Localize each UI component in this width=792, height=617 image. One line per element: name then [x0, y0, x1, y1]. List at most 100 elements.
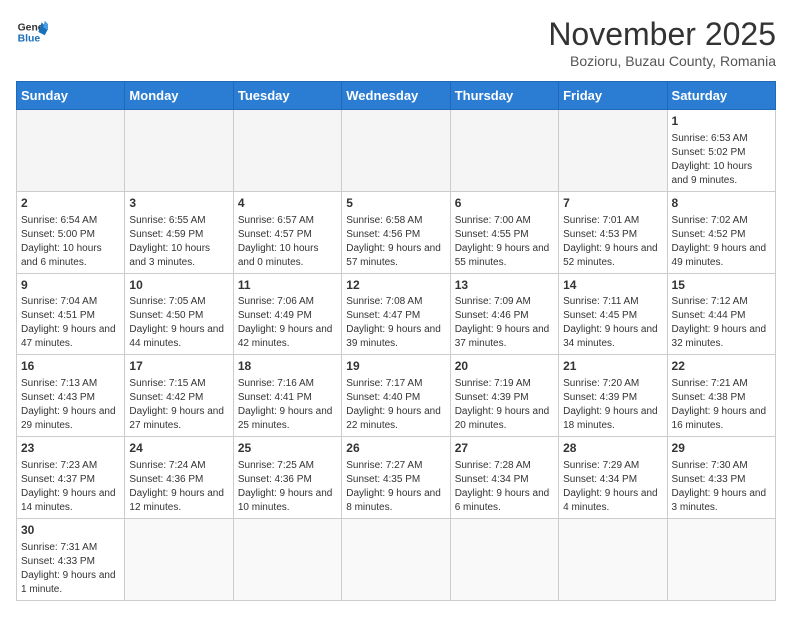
day-number: 1: [672, 113, 771, 130]
day-number: 4: [238, 195, 337, 212]
day-number: 13: [455, 277, 554, 294]
day-cell: 3 Sunrise: 6:55 AM Sunset: 4:59 PM Daylig…: [125, 191, 233, 273]
day-info: Sunrise: 7:02 AM Sunset: 4:52 PM Dayligh…: [672, 214, 771, 270]
day-cell: [125, 518, 233, 600]
day-cell: 4 Sunrise: 6:57 AM Sunset: 4:57 PM Daylig…: [233, 191, 341, 273]
day-cell: [233, 518, 341, 600]
day-cell: [342, 518, 450, 600]
day-number: 7: [563, 195, 662, 212]
day-number: 3: [129, 195, 228, 212]
day-number: 12: [346, 277, 445, 294]
day-cell: 19 Sunrise: 7:17 AM Sunset: 4:40 PM Dayli…: [342, 355, 450, 437]
day-cell: 1Sunrise: 6:53 AM Sunset: 5:02 PM Daylig…: [667, 110, 775, 192]
day-number: 25: [238, 440, 337, 457]
day-number: 2: [21, 195, 120, 212]
day-number: 27: [455, 440, 554, 457]
day-info: Sunrise: 7:25 AM Sunset: 4:36 PM Dayligh…: [238, 459, 337, 515]
day-cell: 7 Sunrise: 7:01 AM Sunset: 4:53 PM Daylig…: [559, 191, 667, 273]
day-info: Sunrise: 7:30 AM Sunset: 4:33 PM Dayligh…: [672, 459, 771, 515]
day-cell: 21 Sunrise: 7:20 AM Sunset: 4:39 PM Dayli…: [559, 355, 667, 437]
day-number: 30: [21, 522, 120, 539]
day-cell: 14Sunrise: 7:11 AM Sunset: 4:45 PM Dayli…: [559, 273, 667, 355]
day-cell: [559, 518, 667, 600]
logo-icon: General Blue: [16, 16, 48, 48]
day-cell: 26Sunrise: 7:27 AM Sunset: 4:35 PM Dayli…: [342, 437, 450, 519]
day-number: 20: [455, 358, 554, 375]
weekday-header-wednesday: Wednesday: [342, 82, 450, 110]
day-cell: 29 Sunrise: 7:30 AM Sunset: 4:33 PM Dayli…: [667, 437, 775, 519]
day-cell: [342, 110, 450, 192]
day-cell: [559, 110, 667, 192]
day-info: Sunrise: 7:01 AM Sunset: 4:53 PM Dayligh…: [563, 214, 662, 270]
day-info: Sunrise: 6:55 AM Sunset: 4:59 PM Dayligh…: [129, 214, 228, 270]
page-header: General Blue November 2025 Bozioru, Buza…: [16, 16, 776, 69]
day-cell: 16 Sunrise: 7:13 AM Sunset: 4:43 PM Dayli…: [17, 355, 125, 437]
svg-text:Blue: Blue: [18, 34, 41, 45]
day-info: Sunrise: 7:20 AM Sunset: 4:39 PM Dayligh…: [563, 377, 662, 433]
week-row-5: 30 Sunrise: 7:31 AM Sunset: 4:33 PM Dayli…: [17, 518, 776, 600]
day-info: Sunrise: 7:08 AM Sunset: 4:47 PM Dayligh…: [346, 295, 445, 351]
day-cell: 13Sunrise: 7:09 AM Sunset: 4:46 PM Dayli…: [450, 273, 558, 355]
day-info: Sunrise: 7:05 AM Sunset: 4:50 PM Dayligh…: [129, 295, 228, 351]
calendar-table: SundayMondayTuesdayWednesdayThursdayFrid…: [16, 81, 776, 601]
day-cell: 23Sunrise: 7:23 AM Sunset: 4:37 PM Dayli…: [17, 437, 125, 519]
day-info: Sunrise: 7:00 AM Sunset: 4:55 PM Dayligh…: [455, 214, 554, 270]
day-cell: [233, 110, 341, 192]
weekday-header-row: SundayMondayTuesdayWednesdayThursdayFrid…: [17, 82, 776, 110]
day-info: Sunrise: 7:04 AM Sunset: 4:51 PM Dayligh…: [21, 295, 120, 351]
week-row-1: 2Sunrise: 6:54 AM Sunset: 5:00 PM Daylig…: [17, 191, 776, 273]
week-row-2: 9Sunrise: 7:04 AM Sunset: 4:51 PM Daylig…: [17, 273, 776, 355]
day-info: Sunrise: 7:24 AM Sunset: 4:36 PM Dayligh…: [129, 459, 228, 515]
weekday-header-sunday: Sunday: [17, 82, 125, 110]
day-number: 29: [672, 440, 771, 457]
logo: General Blue: [16, 16, 48, 48]
day-number: 21: [563, 358, 662, 375]
day-info: Sunrise: 7:16 AM Sunset: 4:41 PM Dayligh…: [238, 377, 337, 433]
day-cell: 10Sunrise: 7:05 AM Sunset: 4:50 PM Dayli…: [125, 273, 233, 355]
day-info: Sunrise: 7:09 AM Sunset: 4:46 PM Dayligh…: [455, 295, 554, 351]
day-info: Sunrise: 7:21 AM Sunset: 4:38 PM Dayligh…: [672, 377, 771, 433]
day-info: Sunrise: 7:17 AM Sunset: 4:40 PM Dayligh…: [346, 377, 445, 433]
day-cell: [450, 110, 558, 192]
weekday-header-thursday: Thursday: [450, 82, 558, 110]
day-number: 17: [129, 358, 228, 375]
day-cell: [125, 110, 233, 192]
day-number: 19: [346, 358, 445, 375]
week-row-3: 16 Sunrise: 7:13 AM Sunset: 4:43 PM Dayli…: [17, 355, 776, 437]
day-number: 14: [563, 277, 662, 294]
day-cell: [450, 518, 558, 600]
day-info: Sunrise: 6:58 AM Sunset: 4:56 PM Dayligh…: [346, 214, 445, 270]
weekday-header-saturday: Saturday: [667, 82, 775, 110]
day-info: Sunrise: 7:31 AM Sunset: 4:33 PM Dayligh…: [21, 541, 120, 597]
day-info: Sunrise: 7:15 AM Sunset: 4:42 PM Dayligh…: [129, 377, 228, 433]
day-cell: 2Sunrise: 6:54 AM Sunset: 5:00 PM Daylig…: [17, 191, 125, 273]
day-cell: 8Sunrise: 7:02 AM Sunset: 4:52 PM Daylig…: [667, 191, 775, 273]
day-info: Sunrise: 7:28 AM Sunset: 4:34 PM Dayligh…: [455, 459, 554, 515]
weekday-header-friday: Friday: [559, 82, 667, 110]
day-cell: 9Sunrise: 7:04 AM Sunset: 4:51 PM Daylig…: [17, 273, 125, 355]
day-cell: 18 Sunrise: 7:16 AM Sunset: 4:41 PM Dayli…: [233, 355, 341, 437]
day-info: Sunrise: 7:27 AM Sunset: 4:35 PM Dayligh…: [346, 459, 445, 515]
weekday-header-monday: Monday: [125, 82, 233, 110]
day-info: Sunrise: 7:23 AM Sunset: 4:37 PM Dayligh…: [21, 459, 120, 515]
location-title: Bozioru, Buzau County, Romania: [548, 53, 776, 69]
day-number: 22: [672, 358, 771, 375]
day-number: 16: [21, 358, 120, 375]
day-cell: 30 Sunrise: 7:31 AM Sunset: 4:33 PM Dayli…: [17, 518, 125, 600]
title-block: November 2025 Bozioru, Buzau County, Rom…: [548, 16, 776, 69]
day-cell: 24 Sunrise: 7:24 AM Sunset: 4:36 PM Dayli…: [125, 437, 233, 519]
day-cell: 28Sunrise: 7:29 AM Sunset: 4:34 PM Dayli…: [559, 437, 667, 519]
day-info: Sunrise: 7:11 AM Sunset: 4:45 PM Dayligh…: [563, 295, 662, 351]
day-info: Sunrise: 7:13 AM Sunset: 4:43 PM Dayligh…: [21, 377, 120, 433]
day-info: Sunrise: 7:29 AM Sunset: 4:34 PM Dayligh…: [563, 459, 662, 515]
day-number: 18: [238, 358, 337, 375]
day-cell: 6Sunrise: 7:00 AM Sunset: 4:55 PM Daylig…: [450, 191, 558, 273]
day-info: Sunrise: 6:57 AM Sunset: 4:57 PM Dayligh…: [238, 214, 337, 270]
day-number: 24: [129, 440, 228, 457]
day-number: 9: [21, 277, 120, 294]
day-cell: 22 Sunrise: 7:21 AM Sunset: 4:38 PM Dayli…: [667, 355, 775, 437]
day-cell: 25 Sunrise: 7:25 AM Sunset: 4:36 PM Dayli…: [233, 437, 341, 519]
day-cell: 27 Sunrise: 7:28 AM Sunset: 4:34 PM Dayli…: [450, 437, 558, 519]
month-title: November 2025: [548, 16, 776, 53]
day-cell: 20Sunrise: 7:19 AM Sunset: 4:39 PM Dayli…: [450, 355, 558, 437]
